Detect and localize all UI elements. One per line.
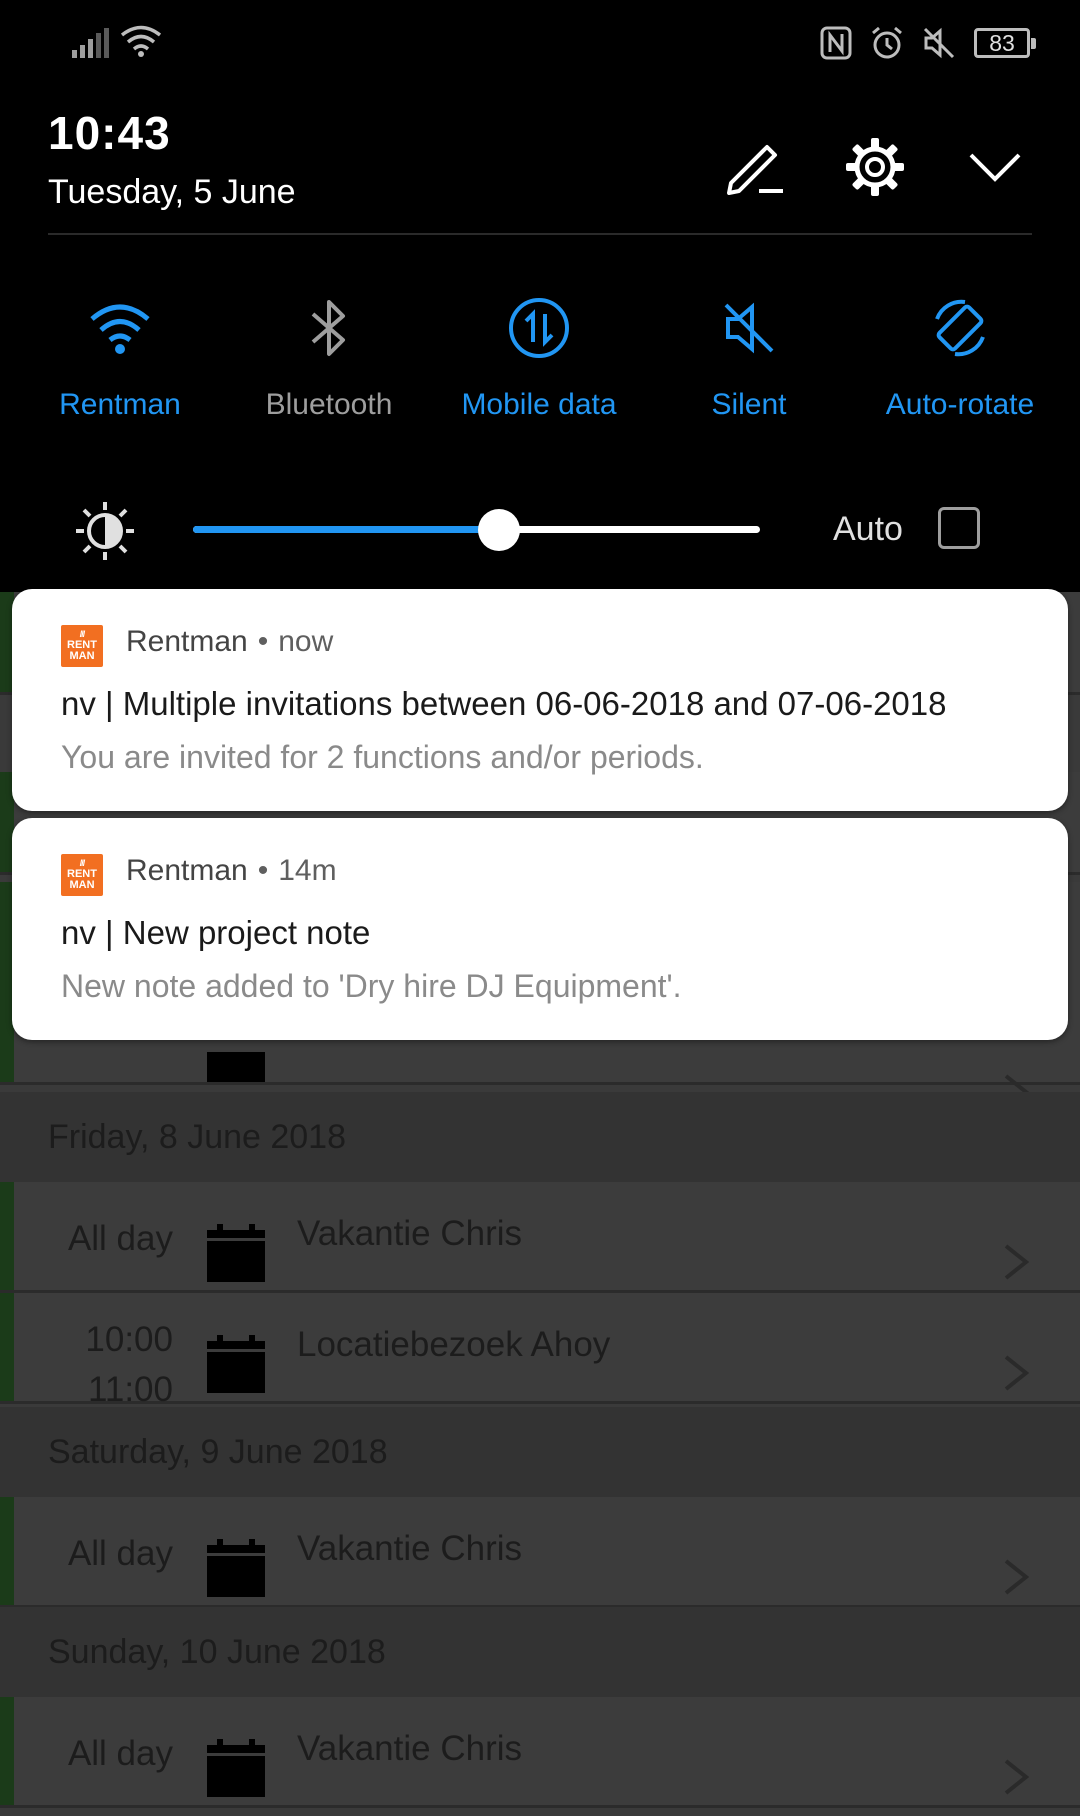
mute-icon [923,27,955,59]
notification-time: 14m [278,854,337,887]
battery-icon: 83 [974,28,1036,58]
calendar-icon [207,1052,265,1082]
edit-button[interactable] [720,132,790,202]
tile-label: Bluetooth [265,388,393,421]
mobile-data-icon [509,298,569,358]
list-item[interactable]: All day Vakantie Chris [0,1497,1080,1608]
header-divider [48,233,1032,235]
list-item[interactable]: All day Vakantie Chris [0,1697,1080,1808]
rentman-app-icon: ///RENT MAN [61,625,103,667]
status-bar: 83 [0,0,1080,92]
day-label: Sunday, 10 June 2018 [48,1633,386,1671]
clock: 10:43 [48,107,171,159]
silent-icon [724,302,774,354]
bluetooth-icon [311,300,345,356]
event-title: Locatiebezoek Ahoy [297,1325,611,1364]
tile-auto-rotate[interactable]: Auto-rotate [855,288,1065,422]
wifi-icon [90,304,150,354]
quick-settings-panel: 83 10:43 Tuesday, 5 June Rentman Bluetoo… [0,0,1080,592]
brightness-control: Auto [0,500,1080,560]
notification-card[interactable]: ///RENT MAN Rentman • now nv | Multiple inv… [12,589,1068,811]
notification-shade-screen: Friday, 8 June 2018 All day Vakantie Chr… [0,0,1080,1816]
day-header: Saturday, 9 June 2018 [0,1407,1080,1497]
day-label: Friday, 8 June 2018 [48,1118,346,1156]
calendar-icon [207,1739,265,1797]
settings-button[interactable] [840,132,910,202]
alarm-icon [872,26,902,59]
list-item[interactable]: All day Vakantie Chris [0,1182,1080,1293]
tile-label: Auto-rotate [885,388,1035,421]
calendar-icon [207,1539,265,1597]
tile-label: Silent [711,388,787,421]
wifi-icon [120,25,162,57]
gear-icon [846,138,904,196]
date: Tuesday, 5 June [48,173,296,211]
day-header: Friday, 8 June 2018 [0,1092,1080,1182]
auto-brightness-checkbox[interactable] [938,507,980,549]
nfc-icon [820,26,852,60]
day-header: Sunday, 10 June 2018 [0,1607,1080,1697]
chevron-right-icon [1004,1355,1030,1391]
notification-app-name: Rentman [126,854,248,887]
event-title: Vakantie Chris [297,1529,523,1568]
chevron-right-icon [1004,1759,1030,1795]
tile-bluetooth[interactable]: Bluetooth [224,288,434,422]
separator-dot: • [257,625,269,658]
tile-mobile-data[interactable]: Mobile data [434,288,644,422]
event-start: 10:00 [85,1320,173,1359]
event-start: All day [67,1734,173,1773]
chevron-right-icon [1004,1244,1030,1280]
event-start: All day [67,1534,173,1573]
notification-app-name: Rentman [126,625,248,658]
signal-icon [72,28,109,58]
notification-time: now [278,625,334,658]
tile-silent[interactable]: Silent [644,288,854,422]
notification-card[interactable]: ///RENT MAN Rentman • 14m nv | New project … [12,818,1068,1040]
battery-level: 83 [989,30,1015,56]
event-title: Vakantie Chris [297,1214,523,1253]
list-item[interactable]: 10:00 11:00 Locatiebezoek Ahoy [0,1293,1080,1409]
event-title: Vakantie Chris [297,1729,523,1768]
edit-icon [727,145,783,195]
tile-label: Mobile data [461,388,617,421]
auto-rotate-icon [935,299,985,357]
notification-text: You are invited for 2 functions and/or p… [61,739,704,775]
calendar-icon [207,1335,265,1393]
chevron-down-icon [969,153,1021,182]
tile-label: Rentman [59,388,181,421]
brightness-slider-thumb[interactable] [478,509,521,551]
brightness-icon [76,502,134,560]
event-start: All day [67,1219,173,1258]
notification-text: New note added to 'Dry hire DJ Equipment… [61,968,682,1004]
notification-title: nv | New project note [61,914,371,951]
brightness-slider[interactable] [193,509,760,551]
quick-tiles: Rentman Bluetooth Mobile data Silent Aut… [0,288,1080,428]
collapse-button[interactable] [960,132,1030,202]
brightness-slider-fill [193,526,500,533]
auto-brightness-label: Auto [833,510,903,548]
tile-wifi[interactable]: Rentman [15,288,225,422]
separator-dot: • [257,854,269,887]
day-label: Saturday, 9 June 2018 [48,1433,388,1471]
chevron-right-icon [1004,1559,1030,1595]
rentman-app-icon: ///RENT MAN [61,854,103,896]
calendar-icon [207,1224,265,1282]
notification-title: nv | Multiple invitations between 06-06-… [61,685,947,722]
